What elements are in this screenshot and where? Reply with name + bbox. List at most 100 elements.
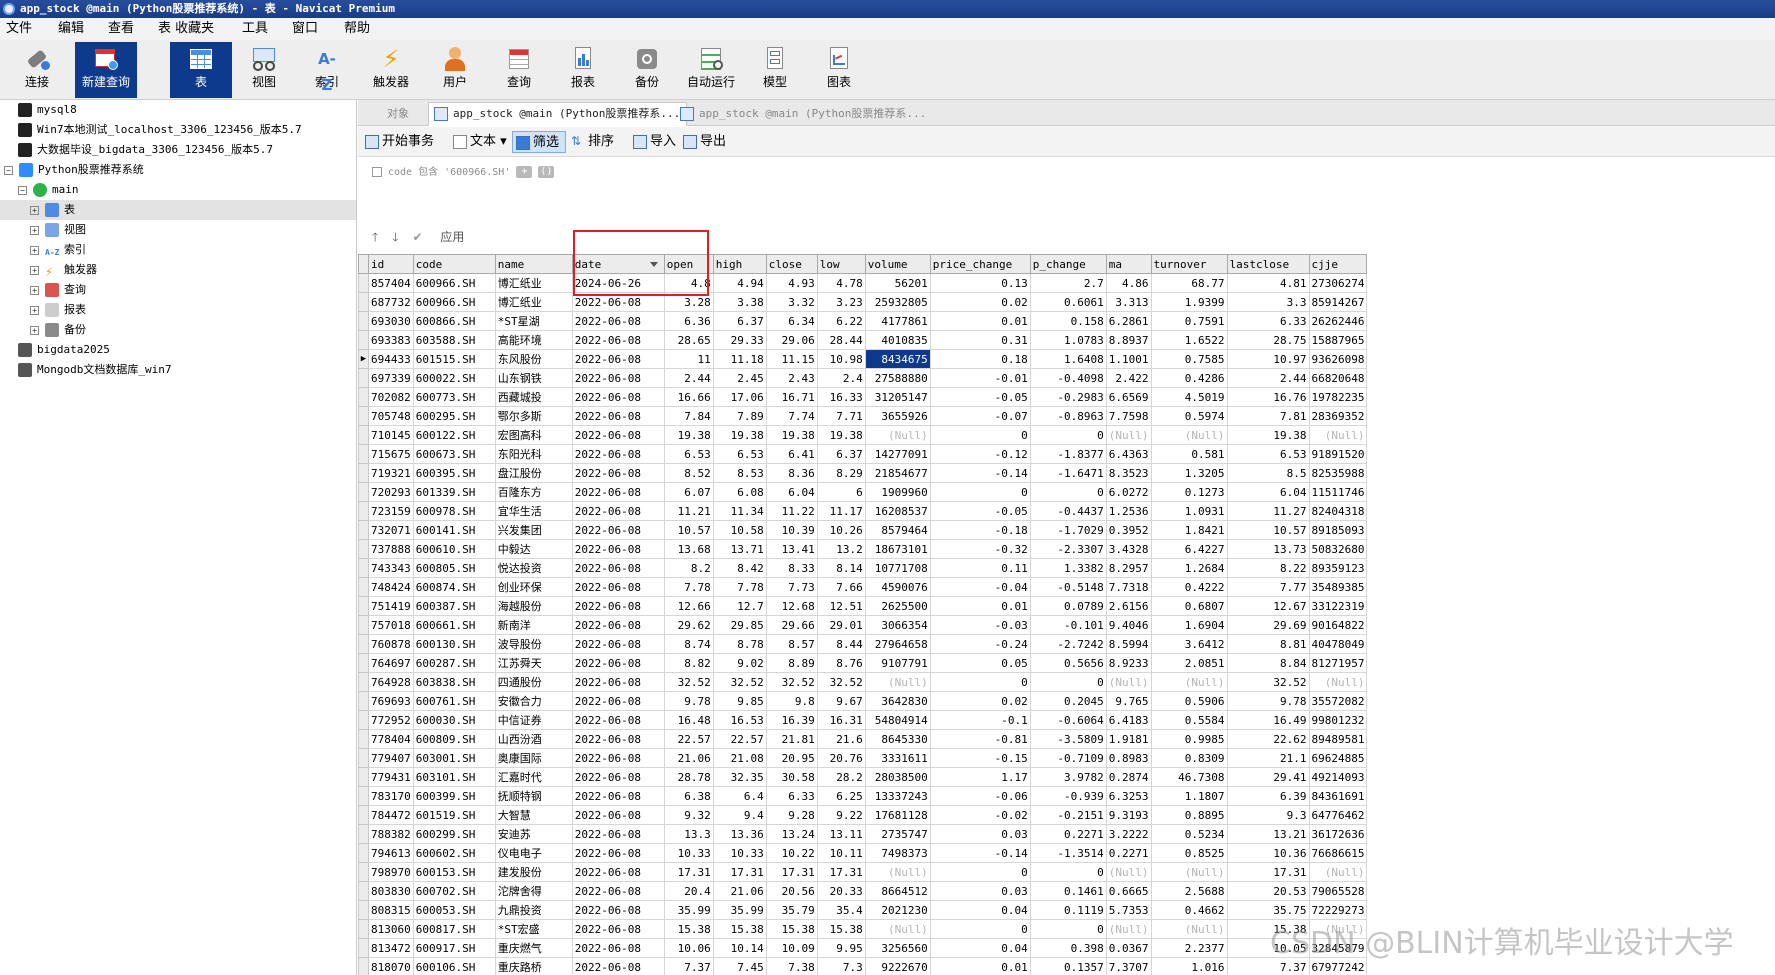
cell-id[interactable]: 794613 xyxy=(368,843,414,863)
cell-p_change[interactable]: 3.9782 xyxy=(1029,767,1107,787)
cell-code[interactable]: 600978.SH xyxy=(412,501,496,521)
cell-volume[interactable]: (Null) xyxy=(864,862,931,882)
cell-price_change[interactable]: 0.03 xyxy=(929,881,1031,901)
row-indicator[interactable] xyxy=(358,615,369,635)
row-indicator[interactable] xyxy=(358,482,369,502)
row-indicator[interactable] xyxy=(358,881,369,901)
cell-lastclose[interactable]: 32.52 xyxy=(1226,672,1310,692)
cell-volume[interactable]: 54804914 xyxy=(864,710,931,730)
cell-close[interactable]: 8.33 xyxy=(765,558,818,578)
row-indicator[interactable] xyxy=(358,748,369,768)
cell-open[interactable]: 32.52 xyxy=(663,672,714,692)
cell-low[interactable]: 21.6 xyxy=(816,729,866,749)
cell-lastclose[interactable]: 6.33 xyxy=(1226,311,1310,331)
cell-name[interactable]: 中信证券 xyxy=(494,710,573,730)
cell-turnover[interactable]: 0.4286 xyxy=(1150,368,1228,388)
cell-volume[interactable]: 14277091 xyxy=(864,444,931,464)
cell-name[interactable]: 抚顺特钢 xyxy=(494,786,573,806)
table-row[interactable]: 751419 600387.SH 海越股份 2022-06-08 12.66 12.7 12… xyxy=(358,596,1368,616)
cell-id[interactable]: 798970 xyxy=(368,862,414,882)
cell-id[interactable]: 705748 xyxy=(368,406,414,426)
cell-code[interactable]: 600817.SH xyxy=(412,919,496,939)
cell-volume[interactable]: 13337243 xyxy=(864,786,931,806)
cell-code[interactable]: 600399.SH xyxy=(412,786,496,806)
cell-close[interactable]: 12.68 xyxy=(765,596,818,616)
cell-turnover[interactable]: 1.8421 xyxy=(1150,520,1228,540)
chart-button[interactable]: 图表 xyxy=(808,42,870,98)
tab-objects[interactable]: 对象 xyxy=(364,102,416,126)
cell-p_change[interactable]: 0.1461 xyxy=(1029,881,1107,901)
cell-low[interactable]: 28.2 xyxy=(816,767,866,787)
cell-price_change[interactable]: 0.01 xyxy=(929,311,1031,331)
dropdown-arrow-icon[interactable] xyxy=(649,262,658,267)
cell-open[interactable]: 15.38 xyxy=(663,919,714,939)
cell-date[interactable]: 2022-06-08 xyxy=(571,900,665,920)
cell-ma[interactable]: 3.313 xyxy=(1105,292,1152,312)
table-row[interactable]: 719321 600395.SH 盘江股份 2022-06-08 8.52 8.53 8.3… xyxy=(358,463,1368,483)
cell-code[interactable]: 600874.SH xyxy=(412,577,496,597)
cell-p_change[interactable]: 2.7 xyxy=(1029,273,1107,293)
cell-price_change[interactable]: 0.18 xyxy=(929,349,1031,369)
tree-item-bigdata-conn[interactable]: 大数据毕设_bigdata_3306_123456_版本5.7 xyxy=(18,140,273,160)
cell-code[interactable]: 600661.SH xyxy=(412,615,496,635)
cell-date[interactable]: 2022-06-08 xyxy=(571,311,665,331)
cell-open[interactable]: 10.06 xyxy=(663,938,714,958)
tree-item-views[interactable]: + 视图 xyxy=(30,220,86,240)
row-indicator[interactable] xyxy=(358,691,369,711)
expand-icon[interactable]: + xyxy=(30,205,39,215)
cell-open[interactable]: 8.74 xyxy=(663,634,714,654)
cell-low[interactable]: 11.17 xyxy=(816,501,866,521)
menu-tools[interactable]: 工具 xyxy=(236,18,274,40)
cell-turnover[interactable]: 1.9399 xyxy=(1150,292,1228,312)
cell-high[interactable]: 8.53 xyxy=(712,463,767,483)
cell-ma[interactable]: 9.4046 xyxy=(1105,615,1152,635)
cell-low[interactable]: 2.4 xyxy=(816,368,866,388)
cell-volume[interactable]: 8434675 xyxy=(864,349,931,369)
backup-button[interactable]: 备份 xyxy=(616,42,678,98)
cell-turnover[interactable]: 0.6807 xyxy=(1150,596,1228,616)
cell-date[interactable]: 2022-06-08 xyxy=(571,824,665,844)
expand-icon[interactable]: + xyxy=(30,225,39,235)
cell-open[interactable]: 9.78 xyxy=(663,691,714,711)
cell-id[interactable]: 818070 xyxy=(368,957,414,975)
row-indicator[interactable] xyxy=(358,387,369,407)
cell-low[interactable]: 20.33 xyxy=(816,881,866,901)
cell-lastclose[interactable]: 8.84 xyxy=(1226,653,1310,673)
text-button[interactable]: 文本 ▾ xyxy=(450,131,513,153)
cell-date[interactable]: 2022-06-08 xyxy=(571,577,665,597)
cell-lastclose[interactable]: 8.81 xyxy=(1226,634,1310,654)
cell-name[interactable]: 宜华生活 xyxy=(494,501,573,521)
cell-code[interactable]: 600299.SH xyxy=(412,824,496,844)
cell-name[interactable]: 山东钢铁 xyxy=(494,368,573,388)
cell-p_change[interactable]: -0.101 xyxy=(1029,615,1107,635)
cell-code[interactable]: 600966.SH xyxy=(412,292,496,312)
import-button[interactable]: 导入 xyxy=(630,131,682,153)
cell-low[interactable]: 9.95 xyxy=(816,938,866,958)
cell-code[interactable]: 601339.SH xyxy=(412,482,496,502)
table-row[interactable]: 710145 600122.SH 宏图高科 2022-06-08 19.38 19.38 1… xyxy=(358,425,1368,445)
cell-volume[interactable]: 9222670 xyxy=(864,957,931,975)
table-row[interactable]: 779431 603101.SH 汇嘉时代 2022-06-08 28.78 32.35 3… xyxy=(358,767,1368,787)
cell-date[interactable]: 2022-06-08 xyxy=(571,919,665,939)
cell-date[interactable]: 2022-06-08 xyxy=(571,558,665,578)
cell-name[interactable]: 九鼎投资 xyxy=(494,900,573,920)
cell-code[interactable]: 600773.SH xyxy=(412,387,496,407)
table-row[interactable]: 702082 600773.SH 西藏城投 2022-06-08 16.66 17.06 1… xyxy=(358,387,1368,407)
cell-low[interactable]: 9.67 xyxy=(816,691,866,711)
cell-code[interactable]: 600153.SH xyxy=(412,862,496,882)
cell-cjje[interactable]: 93626098 xyxy=(1308,349,1368,369)
cell-close[interactable]: 4.93 xyxy=(765,273,818,293)
column-header-close[interactable]: close xyxy=(765,254,818,274)
cell-open[interactable]: 2.44 xyxy=(663,368,714,388)
expand-icon[interactable]: + xyxy=(30,285,39,295)
cell-turnover[interactable]: 1.0931 xyxy=(1150,501,1228,521)
cell-name[interactable]: 鄂尔多斯 xyxy=(494,406,573,426)
cell-close[interactable]: 20.56 xyxy=(765,881,818,901)
cell-high[interactable]: 15.38 xyxy=(712,919,767,939)
cell-open[interactable]: 19.38 xyxy=(663,425,714,445)
cell-low[interactable]: 6 xyxy=(816,482,866,502)
row-indicator[interactable] xyxy=(358,406,369,426)
expand-icon[interactable]: + xyxy=(30,245,39,255)
cell-cjje[interactable]: 85914267 xyxy=(1308,292,1368,312)
cell-name[interactable]: 百隆东方 xyxy=(494,482,573,502)
